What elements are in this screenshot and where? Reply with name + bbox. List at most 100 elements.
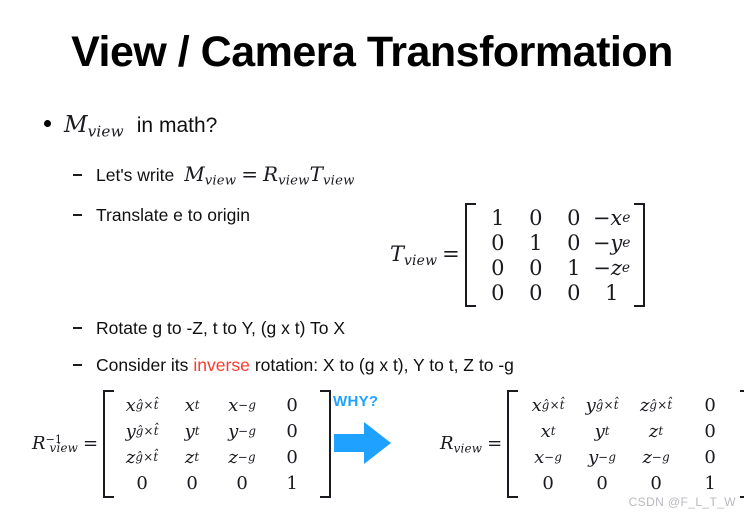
matrix-tview: 1 0 0 −x e 0 1 0 −y e 0 0 1 −z e 0 0 0 1 [464,203,645,307]
matrix-cell: 0 [286,446,298,468]
matrix-cell: 0 [286,394,298,416]
equation-rview-lhs: Rview = [440,432,503,456]
bullet-disc-icon [44,120,51,127]
matrix-cell: z ĝ×t̂ [639,394,673,416]
matrix-cell: 0 [704,394,716,416]
bullet-dash-icon [73,214,82,216]
matrix-cell: yt [594,420,610,442]
matrix-cell: 0 [542,472,554,494]
matrix-cell: z ĝ×t̂ [125,446,159,468]
matrix-row: xt yt zt 0 [521,418,737,444]
bullet-dash-icon [73,364,82,366]
bracket-left [103,390,115,498]
matrix-row: 0 1 0 −y e [479,230,631,255]
matrix-cell: 0 [529,255,543,280]
matrix-cell: −y e [592,230,631,255]
rotate-g-label: Rotate g to -Z, t to Y, (g x t) To X [96,318,346,338]
matrix-cell: 1 [567,255,581,280]
matrix-cell: z −g [228,446,256,468]
bullet-consider-inverse: Consider its inverse rotation: X to (g x… [73,355,514,376]
bullet-mview-label: in math? [136,114,218,137]
matrix-rview-inverse: x ĝ×t̂ xt x −g 0 y ĝ×t̂ yt y −g 0 z ĝ×t̂ zt z… [103,390,332,498]
matrix-cell: x −g [534,446,563,468]
matrix-row: 0 0 0 1 [521,470,737,496]
equation-rview: Rview = x ĝ×t̂ y ĝ×t̂ z ĝ×t̂ 0 xt yt zt 0 x −… [440,390,744,498]
matrix-cell: 1 [491,205,505,230]
bullet-mview: Mview in math? [44,112,217,140]
matrix-rview-rows: x ĝ×t̂ y ĝ×t̂ z ĝ×t̂ 0 xt yt zt 0 x −g y −g z… [518,390,740,498]
matrix-cell: xt [184,394,200,416]
matrix-row: z ĝ×t̂ zt z −g 0 [117,444,317,470]
bullet-dash-icon [73,174,82,176]
matrix-cell: 0 [136,472,148,494]
matrix-cell: 0 [567,205,581,230]
matrix-cell: 0 [186,472,198,494]
bracket-right [740,390,744,498]
matrix-cell: 1 [286,472,298,494]
matrix-cell: 1 [529,230,543,255]
matrix-cell: yt [184,420,200,442]
matrix-rview-inverse-rows: x ĝ×t̂ xt x −g 0 y ĝ×t̂ yt y −g 0 z ĝ×t̂ zt z… [114,390,320,498]
matrix-cell: 0 [567,230,581,255]
matrix-cell: y −g [588,446,617,468]
matrix-cell: 0 [650,472,662,494]
matrix-cell: 1 [605,280,619,305]
matrix-cell: 0 [491,255,505,280]
bracket-right [320,390,332,498]
equation-rview-inverse: R−1view = x ĝ×t̂ xt x −g 0 y ĝ×t̂ yt y −g 0 z… [32,390,332,498]
consider-inverse-prefix: Consider its [96,355,189,375]
matrix-cell: x −g [228,394,257,416]
watermark: CSDN @F_L_T_W [628,495,736,509]
matrix-cell: 0 [491,280,505,305]
matrix-cell: 0 [529,205,543,230]
matrix-cell: 0 [704,446,716,468]
matrix-rview: x ĝ×t̂ y ĝ×t̂ z ĝ×t̂ 0 xt yt zt 0 x −g y −g z… [507,390,744,498]
matrix-cell: 0 [596,472,608,494]
matrix-row: 0 0 1 −z e [479,255,631,280]
equation-rview-inverse-lhs: R−1view = [32,432,99,456]
matrix-cell: 0 [286,420,298,442]
lets-write-label: Let's write [96,165,175,185]
matrix-cell: y −g [228,420,257,442]
matrix-cell: 0 [567,280,581,305]
matrix-cell: xt [540,420,556,442]
matrix-row: x ĝ×t̂ xt x −g 0 [117,392,317,418]
matrix-cell: x ĝ×t̂ [125,394,159,416]
matrix-cell: −z e [593,255,631,280]
matrix-row: y ĝ×t̂ yt y −g 0 [117,418,317,444]
bracket-right [633,203,645,307]
why-label: WHY? [333,393,379,410]
matrix-row: 0 0 0 1 [117,470,317,496]
bullet-dash-icon [73,327,82,329]
matrix-cell: zt [184,446,200,468]
bullet-translate-e: Translate e to origin [73,205,250,226]
consider-inverse-suffix: rotation: X to (g x t), Y to t, Z to -g [254,355,514,375]
bullet-rotate-g: Rotate g to -Z, t to Y, (g x t) To X [73,318,345,339]
matrix-cell: 0 [529,280,543,305]
matrix-cell: zt [648,420,664,442]
bullet-lets-write: Let's write Mview = RviewTview [73,162,355,189]
matrix-row: x ĝ×t̂ y ĝ×t̂ z ĝ×t̂ 0 [521,392,737,418]
right-arrow-icon [334,422,391,464]
translate-e-label: Translate e to origin [96,205,251,225]
matrix-cell: 0 [236,472,248,494]
matrix-cell: z −g [642,446,670,468]
matrix-cell: x ĝ×t̂ [531,394,565,416]
bracket-left [507,390,519,498]
matrix-cell: 0 [704,420,716,442]
inverse-highlight: inverse [193,355,250,375]
page-title: View / Camera Transformation [71,28,673,76]
equation-tview: Tview = 1 0 0 −x e 0 1 0 −y e 0 0 1 −z e… [390,203,645,307]
slide-canvas: View / Camera Transformation Mview in ma… [0,0,744,515]
matrix-cell: y ĝ×t̂ [125,420,159,442]
matrix-row: 0 0 0 1 [479,280,631,305]
matrix-cell: y ĝ×t̂ [585,394,619,416]
matrix-cell: 1 [704,472,716,494]
matrix-row: x −g y −g z −g 0 [521,444,737,470]
bracket-left [464,203,476,307]
lets-write-equation: Mview = RviewTview [184,162,355,189]
matrix-cell: 0 [491,230,505,255]
matrix-tview-rows: 1 0 0 −x e 0 1 0 −y e 0 0 1 −z e 0 0 0 1 [476,203,634,307]
bullet-mview-math: Mview [64,112,124,141]
equation-tview-lhs: Tview = [390,241,460,269]
